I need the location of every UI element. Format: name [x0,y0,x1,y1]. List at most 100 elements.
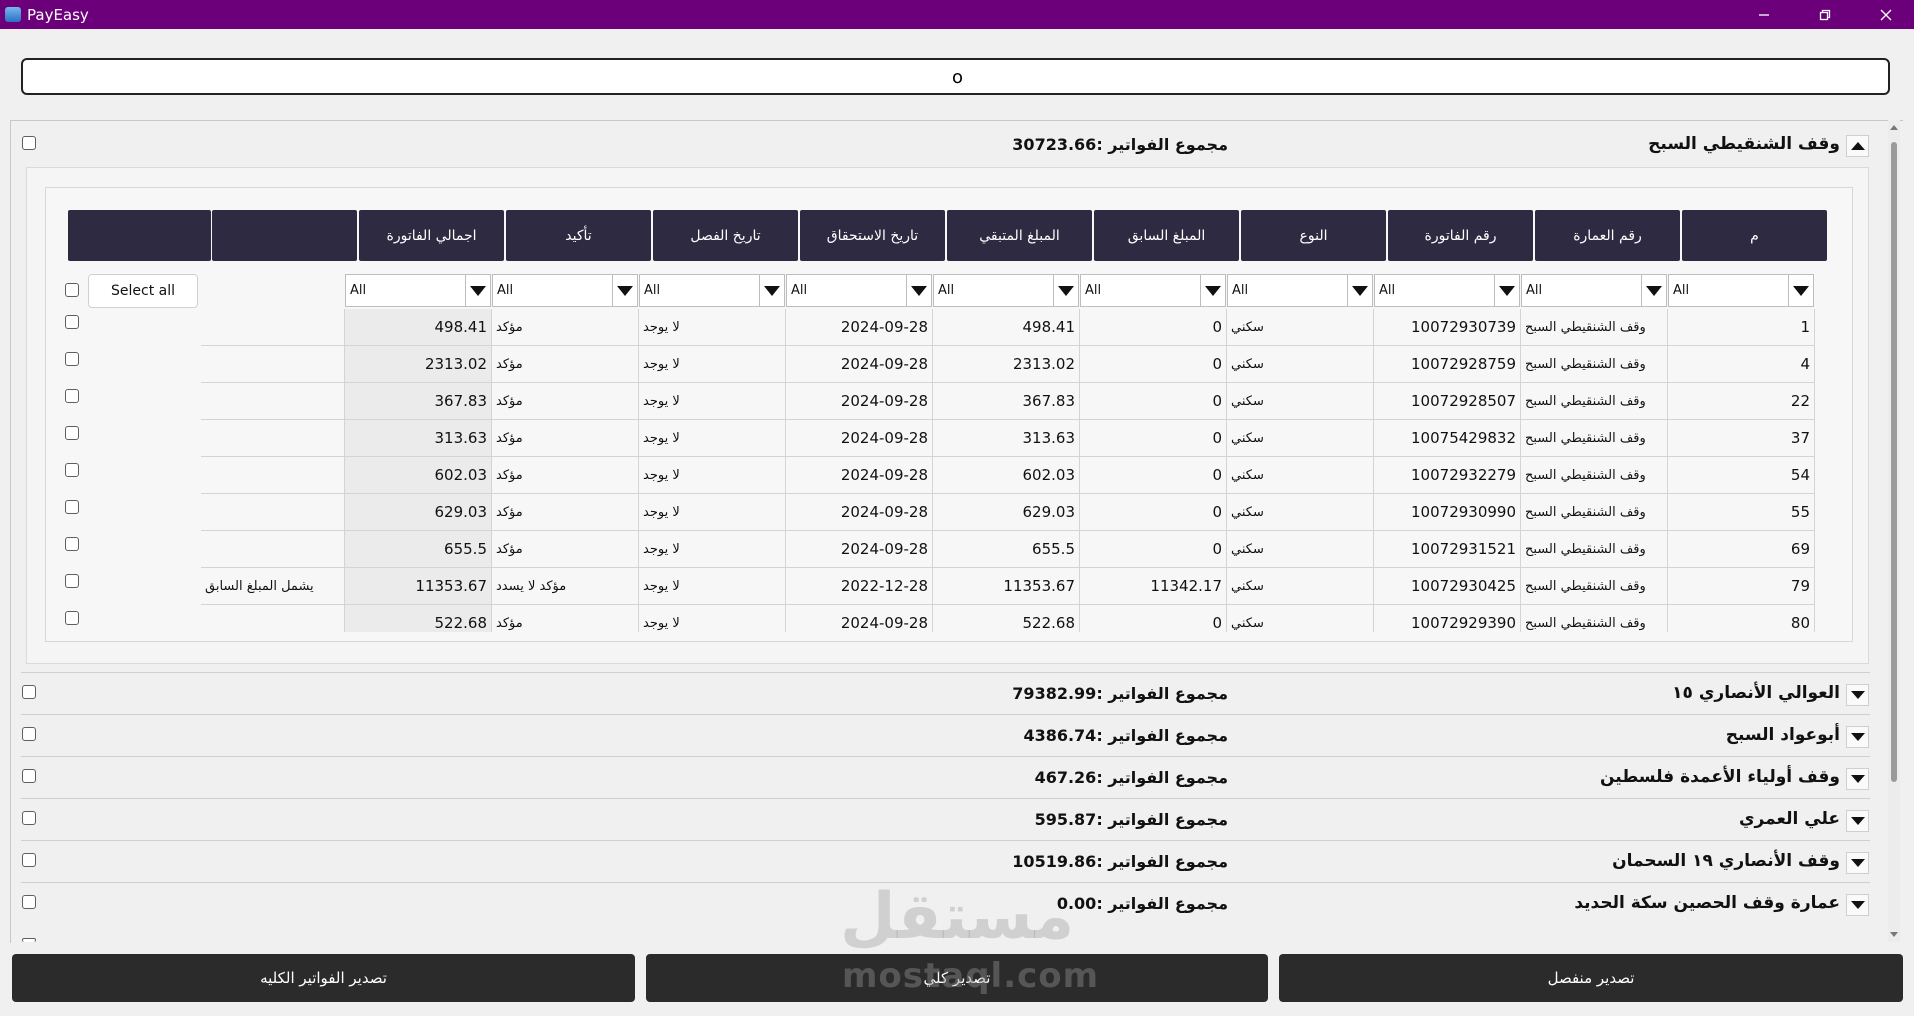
cell-total: 498.41 [345,309,492,346]
column-filter[interactable]: All [639,274,785,307]
cell-cut: لا يوجد [639,420,786,457]
row-checkbox[interactable] [65,611,79,625]
column-header[interactable]: المبلغ السابق [1094,210,1239,261]
column-filter[interactable]: All [1668,274,1814,307]
export-separate-button[interactable]: تصدير منفصل [1279,954,1903,1002]
cell-type: سكني [1227,309,1374,346]
search-input[interactable] [23,60,1892,95]
cell-building: وقف الشنقيطي السبح [1521,494,1668,531]
expand-toggle[interactable] [1846,810,1869,832]
column-header[interactable]: رقم العمارة [1535,210,1680,261]
row-checkbox[interactable] [65,389,79,403]
dropdown-button[interactable] [1200,275,1225,306]
column-filter[interactable]: All [1227,274,1373,307]
export-all-invoices-button[interactable]: تصدير الفواتير الكليه [12,954,635,1002]
collapse-toggle[interactable] [1846,135,1869,157]
chevron-up-icon [1850,142,1865,150]
column-filter[interactable]: All [1521,274,1667,307]
expand-toggle[interactable] [1846,894,1869,916]
vertical-scrollbar[interactable] [1888,120,1900,942]
cell-due: 2024-09-28 [786,494,933,531]
row-checkbox[interactable] [65,537,79,551]
group-checkbox[interactable] [22,938,36,942]
close-button[interactable] [1864,0,1908,29]
cell-m: 54 [1668,457,1815,494]
search-box[interactable] [21,58,1892,95]
expand-toggle[interactable] [1846,852,1869,874]
dropdown-button[interactable] [465,275,490,306]
cell-due: 2024-09-28 [786,605,933,632]
row-checkbox[interactable] [65,315,79,329]
column-header[interactable]: اجمالي الفاتورة [359,210,504,261]
column-filter[interactable]: All [345,274,491,307]
dropdown-button[interactable] [1053,275,1078,306]
row-checkbox[interactable] [65,500,79,514]
dropdown-button[interactable] [1347,275,1372,306]
cell-invoice: 10072930739 [1374,309,1521,346]
dropdown-button[interactable] [612,275,637,306]
scrollbar-thumb[interactable] [1891,142,1897,782]
group-checkbox[interactable] [22,136,36,150]
select-all-button[interactable]: Select all [88,274,198,308]
dropdown-button[interactable] [906,275,931,306]
chevron-down-icon [1352,285,1368,296]
group-total: مجموع الفواتير :595.87 [1034,810,1228,829]
cell-invoice: 10072928759 [1374,346,1521,383]
column-header[interactable]: تاريخ الفصل [653,210,798,261]
cell-type: سكني [1227,420,1374,457]
table-row[interactable]: 22 وقف الشنقيطي السبح 10072928507 سكني 0 367.… [55,383,1815,420]
column-header[interactable]: النوع [1241,210,1386,261]
table-row[interactable]: 54 وقف الشنقيطي السبح 10072932279 سكني 0 602.… [55,457,1815,494]
row-checkbox[interactable] [65,574,79,588]
column-header[interactable] [212,210,357,261]
row-checkbox[interactable] [65,352,79,366]
dropdown-button[interactable] [1641,275,1666,306]
cell-confirm: مؤكد [492,383,639,420]
cell-building: وقف الشنقيطي السبح [1521,383,1668,420]
cell-due: 2024-09-28 [786,420,933,457]
table-row[interactable]: 79 وقف الشنقيطي السبح 10072930425 سكني 11342… [55,568,1815,605]
expand-toggle[interactable] [1846,768,1869,790]
filter-value: All [1085,283,1102,298]
group-checkbox[interactable] [22,895,36,909]
column-filter[interactable]: All [786,274,932,307]
row-checkbox[interactable] [65,426,79,440]
group-checkbox[interactable] [22,769,36,783]
group-checkbox[interactable] [22,853,36,867]
table-row[interactable]: 37 وقف الشنقيطي السبح 10075429832 سكني 0 313.… [55,420,1815,457]
maximize-button[interactable] [1803,0,1847,29]
group-checkbox[interactable] [22,685,36,699]
expand-toggle[interactable] [1846,726,1869,748]
scroll-down-icon[interactable] [1890,932,1898,937]
group-checkbox[interactable] [22,727,36,741]
cell-total: 629.03 [345,494,492,531]
column-filter[interactable]: All [1080,274,1226,307]
row-checkbox[interactable] [65,463,79,477]
column-header[interactable] [68,210,211,261]
dropdown-button[interactable] [1494,275,1519,306]
dropdown-button[interactable] [759,275,784,306]
cell-remaining: 602.03 [933,457,1080,494]
dropdown-button[interactable] [1788,275,1813,306]
column-header[interactable]: تاريخ الاستحقاق [800,210,945,261]
group-checkbox[interactable] [22,811,36,825]
chevron-down-icon [1646,285,1662,296]
table-row[interactable]: 80 وقف الشنقيطي السبح 10072929390 سكني 0 522.… [55,605,1815,632]
table-row[interactable]: 4 وقف الشنقيطي السبح 10072928759 سكني 0 2313.… [55,346,1815,383]
column-header[interactable]: م [1682,210,1827,261]
scroll-up-icon[interactable] [1890,125,1898,130]
table-row[interactable]: 69 وقف الشنقيطي السبح 10072931521 سكني 0 655.… [55,531,1815,568]
minimize-button[interactable] [1742,0,1786,29]
column-filter[interactable]: All [1374,274,1520,307]
column-filter[interactable]: All [492,274,638,307]
column-header[interactable]: المبلغ المتبقي [947,210,1092,261]
invoice-table: 1 وقف الشنقيطي السبح 10072930739 سكني 0 498.4… [55,309,1815,632]
column-header[interactable]: تأكيد [506,210,651,261]
expand-toggle[interactable] [1846,684,1869,706]
table-row[interactable]: 1 وقف الشنقيطي السبح 10072930739 سكني 0 498.4… [55,309,1815,346]
column-filter[interactable]: All [933,274,1079,307]
table-row[interactable]: 55 وقف الشنقيطي السبح 10072930990 سكني 0 629.… [55,494,1815,531]
column-header[interactable]: رقم الفاتورة [1388,210,1533,261]
select-all-checkbox[interactable] [65,283,79,297]
cell-due: 2024-09-28 [786,346,933,383]
